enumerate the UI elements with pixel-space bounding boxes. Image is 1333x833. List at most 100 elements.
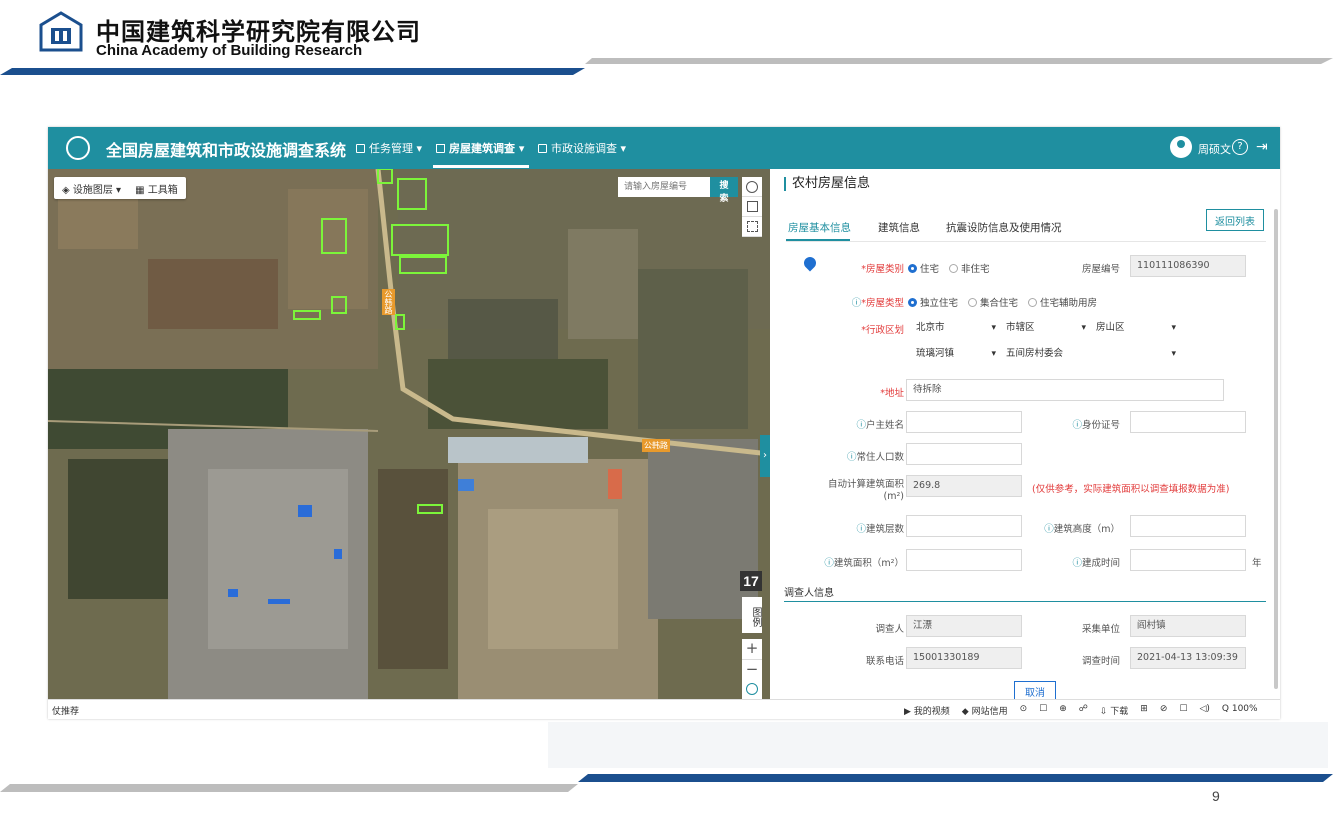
town-select[interactable]: 琉璃河镇 — [910, 343, 1002, 365]
area-label: ⓘ建筑面积（m²） — [824, 558, 904, 569]
grid-icon[interactable]: ⊞ — [1140, 704, 1148, 717]
box-select-tool[interactable] — [742, 217, 762, 237]
nav-active-underline — [433, 165, 529, 168]
site-credit-item[interactable]: ◆ 网站信用 — [962, 704, 1008, 717]
status-right-items: ▶ 我的视频 ◆ 网站信用 ⊙ ☐ ⊕ ☍ ⇩ 下载 ⊞ ⊘ ☐ ◁) Q 10… — [904, 704, 1258, 717]
zoom-level: 17 — [740, 571, 762, 591]
map-search-button[interactable]: 搜索 — [710, 177, 738, 204]
address-label: *地址 — [880, 388, 904, 399]
zoom-percent[interactable]: Q 100% — [1222, 704, 1258, 717]
layers-button[interactable]: ◈ 设施图层 ▾ — [62, 181, 121, 196]
draw-rectangle-tool[interactable] — [742, 197, 762, 217]
shield-icon[interactable]: ⊙ — [1020, 704, 1028, 717]
village-select[interactable]: 五间房村委会 — [1000, 343, 1182, 365]
app-title: 全国房屋建筑和市政设施调查系统 — [106, 141, 347, 160]
radio-residential[interactable]: 住宅 — [908, 261, 939, 275]
height-field[interactable] — [1130, 515, 1246, 537]
download-item[interactable]: ⇩ 下载 — [1100, 704, 1128, 717]
building-icon — [538, 143, 547, 153]
tab-basic-info[interactable]: 房屋基本信息 — [788, 220, 851, 235]
nav-house-survey[interactable]: 房屋建筑调查 ▾ — [436, 140, 524, 156]
select-icon — [746, 221, 758, 232]
province-select[interactable]: 北京市 — [910, 317, 1002, 339]
circle-icon — [746, 180, 758, 193]
speaker-icon[interactable]: ◁) — [1199, 704, 1209, 717]
radio-non-residential[interactable]: 非住宅 — [949, 261, 990, 275]
house-code-search-input[interactable] — [618, 177, 710, 197]
house-type-label: ⓘ*房屋类型 — [851, 298, 904, 309]
tab-seismic-info[interactable]: 抗震设防信息及使用情况 — [946, 220, 1062, 235]
browser-status-bar: 仗推荐 ▶ 我的视频 ◆ 网站信用 ⊙ ☐ ⊕ ☍ ⇩ 下载 ⊞ ⊘ ☐ ◁) … — [48, 699, 1280, 719]
phone-field: 15001330189 — [906, 647, 1022, 669]
auto-area-field: 269.8 — [906, 475, 1022, 497]
toolbox-button[interactable]: ▦ 工具箱 — [135, 181, 178, 196]
block-icon[interactable]: ⊘ — [1160, 704, 1168, 717]
legend-button[interactable]: 图例 — [742, 597, 762, 633]
locate-button[interactable] — [742, 679, 762, 699]
phone-label: 联系电话 — [865, 656, 904, 667]
survey-time-field: 2021-04-13 13:09:39 — [1130, 647, 1246, 669]
house-type-radio-group: 独立住宅 集合住宅 住宅辅助用房 — [908, 295, 1097, 309]
id-number-label: ⓘ身份证号 — [1072, 420, 1120, 431]
help-icon[interactable]: ? — [1232, 139, 1248, 155]
house-info-panel: 农村房屋信息 房屋基本信息 建筑信息 抗震设防信息及使用情况 返回列表 *房屋类… — [770, 169, 1280, 701]
app-logo-icon — [66, 136, 90, 160]
floors-label: ⓘ建筑层数 — [856, 524, 904, 535]
resident-pop-field[interactable] — [906, 443, 1022, 465]
floors-field[interactable] — [906, 515, 1022, 537]
zoom-in-button[interactable]: + — [742, 639, 762, 659]
location-pin-icon[interactable] — [801, 254, 819, 272]
logout-icon[interactable]: ⇥ — [1256, 139, 1272, 155]
address-field[interactable]: 待拆除 — [906, 379, 1224, 401]
panel-scrollbar[interactable] — [1274, 209, 1278, 689]
active-tab-underline — [786, 239, 850, 241]
satellite-map[interactable]: 公韩路 公韩路 ◈ 设施图层 ▾ ▦ 工具箱 搜索 17 图例 + − › — [48, 169, 770, 699]
share-icon[interactable]: ☍ — [1079, 704, 1088, 717]
globe-icon[interactable]: ⊕ — [1059, 704, 1067, 717]
radio-detached[interactable]: 独立住宅 — [908, 295, 958, 309]
auto-area-label: 自动计算建筑面积 (m²) — [827, 479, 904, 502]
owner-name-field[interactable] — [906, 411, 1022, 433]
user-name[interactable]: 周硕文 — [1198, 141, 1231, 157]
window-icon[interactable]: ☐ — [1039, 704, 1047, 717]
panel-collapse-handle[interactable]: › — [760, 435, 770, 477]
draw-circle-tool[interactable] — [742, 177, 762, 197]
unit-label: 采集单位 — [1081, 624, 1120, 635]
cancel-button[interactable]: 取消 — [1014, 681, 1056, 701]
watermark-block — [548, 722, 1328, 768]
house-code-field[interactable]: 110111086390 — [1130, 255, 1246, 277]
locate-icon — [746, 683, 758, 695]
radio-auxiliary[interactable]: 住宅辅助用房 — [1028, 295, 1097, 309]
square-icon — [746, 201, 758, 212]
nav-municipal-survey[interactable]: 市政设施调查 ▾ — [538, 140, 626, 156]
my-video-item[interactable]: ▶ 我的视频 — [904, 704, 950, 717]
built-year-suffix: 年 — [1252, 558, 1262, 569]
radio-collective[interactable]: 集合住宅 — [968, 295, 1018, 309]
screen-icon[interactable]: ☐ — [1179, 704, 1187, 717]
surveyor-section-divider — [784, 601, 1266, 602]
auto-area-hint: (仅供参考，实际建筑面积以调查填报数据为准) — [1032, 484, 1230, 495]
area-field[interactable] — [906, 549, 1022, 571]
road-label: 公韩路 — [382, 289, 395, 315]
built-year-field[interactable] — [1130, 549, 1246, 571]
cabr-logo-icon — [39, 11, 83, 52]
app-topbar: 全国房屋建筑和市政设施调查系统 任务管理 ▾ 房屋建筑调查 ▾ 市政设施调查 ▾… — [48, 127, 1280, 169]
survey-time-label: 调查时间 — [1081, 656, 1120, 667]
header-divider — [0, 58, 1333, 75]
resident-pop-label: ⓘ常住人口数 — [846, 452, 904, 463]
surveyor-section-title: 调查人信息 — [784, 588, 834, 599]
back-to-list-button[interactable]: 返回列表 — [1206, 209, 1264, 231]
district-select[interactable]: 房山区 — [1090, 317, 1182, 339]
city-select[interactable]: 市辖区 — [1000, 317, 1092, 339]
house-icon — [436, 143, 445, 153]
id-number-field[interactable] — [1130, 411, 1246, 433]
zoom-out-button[interactable]: − — [742, 659, 762, 680]
height-label: ⓘ建筑高度（m） — [1044, 524, 1120, 535]
owner-name-label: ⓘ户主姓名 — [856, 420, 904, 431]
page-number: 9 — [1212, 788, 1220, 804]
user-avatar[interactable] — [1170, 136, 1192, 158]
nav-task-management[interactable]: 任务管理 ▾ — [356, 140, 422, 156]
footer-divider — [0, 774, 1333, 792]
tab-building-info[interactable]: 建筑信息 — [878, 220, 920, 235]
road-label: 公韩路 — [642, 439, 670, 452]
